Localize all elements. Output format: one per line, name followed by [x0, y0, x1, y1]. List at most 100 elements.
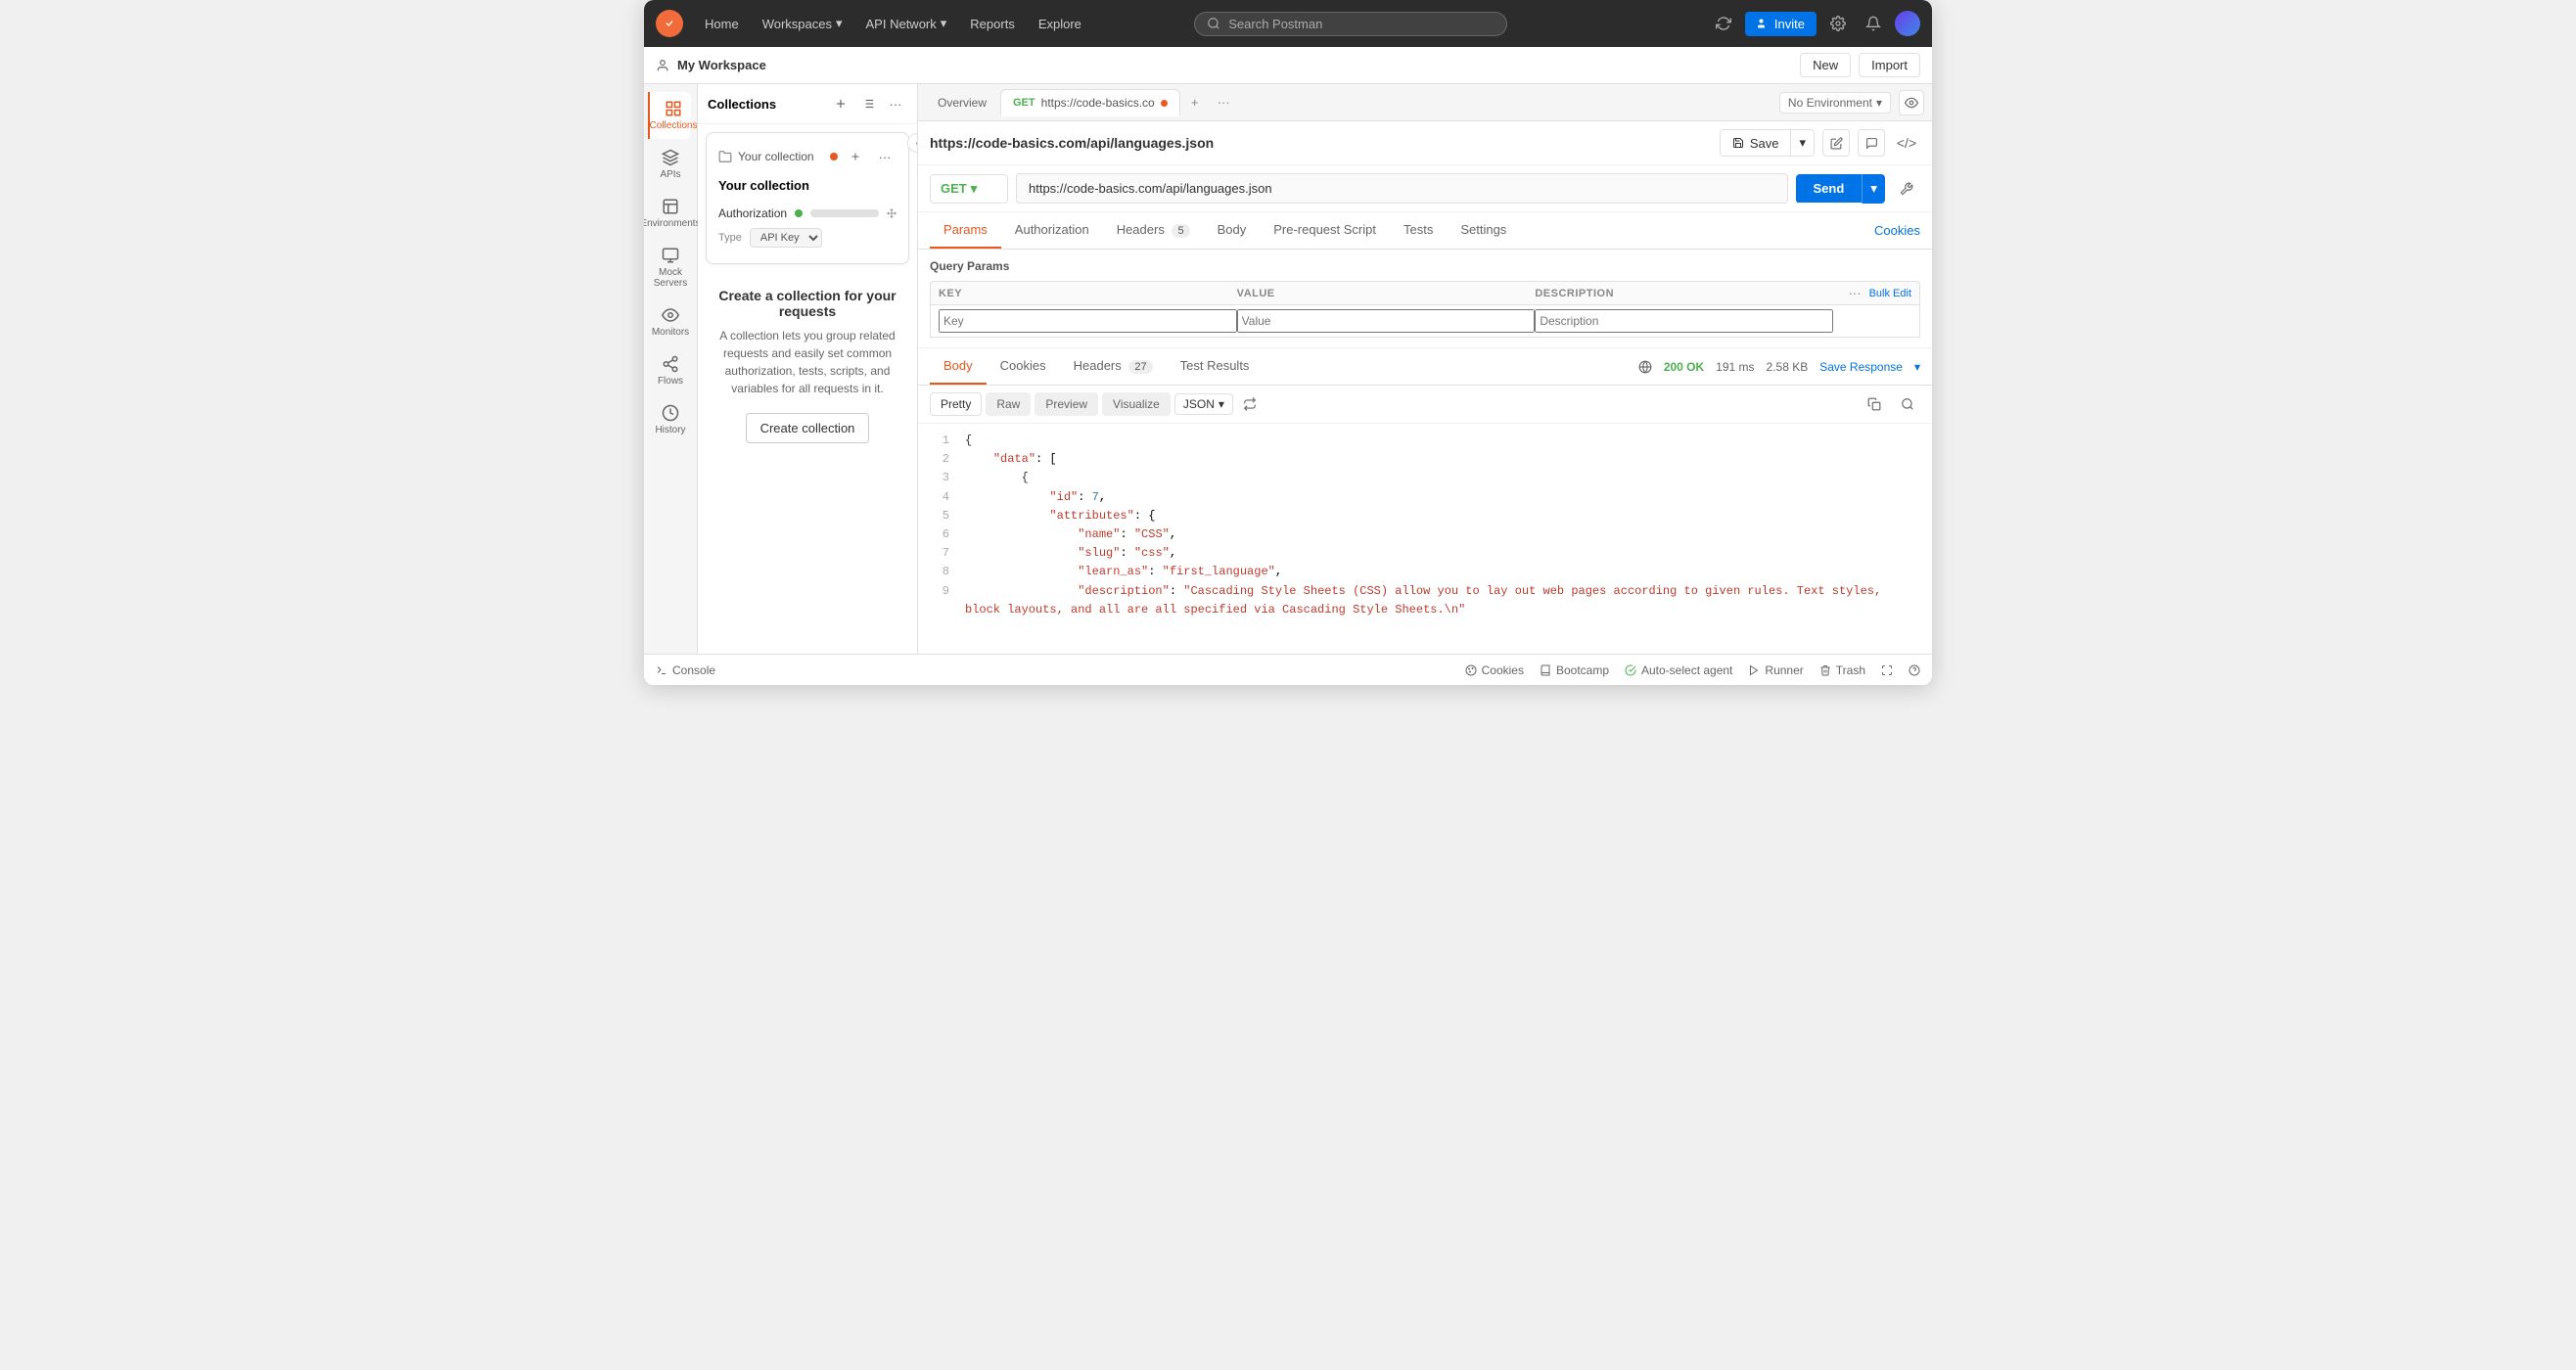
filter-button[interactable]	[856, 92, 880, 115]
code-line-4: 4 "id": 7,	[934, 488, 1916, 507]
sidebar-item-environments[interactable]: Environments	[649, 190, 692, 237]
url-input[interactable]	[1016, 173, 1788, 204]
resp-tab-body[interactable]: Body	[930, 348, 987, 385]
sidebar-item-flows[interactable]: Flows	[649, 347, 692, 394]
copy-icon-btn[interactable]	[1862, 391, 1887, 417]
resp-tab-cookies[interactable]: Cookies	[987, 348, 1060, 385]
notifications-icon-btn[interactable]	[1860, 10, 1887, 37]
expand-icon	[1881, 664, 1893, 676]
raw-button[interactable]: Raw	[986, 392, 1031, 416]
code-icon-btn[interactable]: </>	[1893, 129, 1920, 157]
sidebar-header-actions: ···	[829, 92, 907, 115]
key-input[interactable]	[939, 309, 1237, 333]
edit-icon-btn[interactable]	[1822, 129, 1850, 157]
send-dropdown-button[interactable]: ▾	[1862, 174, 1885, 204]
console-button[interactable]: Console	[656, 663, 715, 677]
import-button[interactable]: Import	[1859, 53, 1920, 77]
sidebar-item-collections[interactable]: Collections	[648, 92, 691, 139]
app-logo[interactable]	[656, 10, 683, 37]
tab-more-button[interactable]: ···	[1210, 91, 1238, 114]
workspace-actions: New Import	[1800, 53, 1920, 77]
sync-icon-btn[interactable]	[1710, 10, 1737, 37]
desc-input[interactable]	[1535, 309, 1833, 333]
col-actions: ··· Bulk Edit	[1833, 286, 1911, 300]
runner-button[interactable]: Runner	[1748, 663, 1803, 677]
tab-overview[interactable]: Overview	[926, 90, 998, 115]
req-tab-body[interactable]: Body	[1204, 212, 1261, 249]
search-placeholder: Search Postman	[1228, 17, 1322, 31]
nav-api-network[interactable]: API Network ▾	[856, 10, 957, 37]
sidebar-item-mock-servers[interactable]: Mock Servers	[649, 239, 692, 297]
save-response-dropdown[interactable]: ▾	[1914, 360, 1920, 374]
params-table-header: KEY VALUE DESCRIPTION ··· Bulk Edit	[930, 281, 1920, 305]
pretty-button[interactable]: Pretty	[930, 392, 982, 416]
plus-icon	[834, 97, 848, 111]
nav-reports[interactable]: Reports	[960, 11, 1025, 37]
type-select[interactable]: API Key	[750, 228, 822, 248]
auto-select-agent-button[interactable]: Auto-select agent	[1625, 663, 1732, 677]
resp-tab-headers[interactable]: Headers 27	[1060, 348, 1167, 385]
filter-icon	[861, 97, 875, 111]
search-bar[interactable]: Search Postman	[1194, 12, 1507, 36]
send-btn-group: Send ▾	[1796, 174, 1886, 204]
expand-button[interactable]	[1881, 664, 1893, 676]
sidebar-item-monitors[interactable]: Monitors	[649, 298, 692, 345]
bootcamp-button[interactable]: Bootcamp	[1540, 663, 1609, 677]
trash-button[interactable]: Trash	[1819, 663, 1865, 677]
nav-home[interactable]: Home	[695, 11, 749, 37]
new-button[interactable]: New	[1800, 53, 1851, 77]
collection-folder-name: Your collection	[738, 150, 824, 163]
req-tab-headers[interactable]: Headers 5	[1103, 212, 1204, 249]
tab-add-button[interactable]: +	[1182, 90, 1208, 115]
method-selector[interactable]: GET ▾	[930, 174, 1008, 204]
req-tab-pre-request[interactable]: Pre-request Script	[1260, 212, 1390, 249]
response-code-block: 1 { 2 "data": [ 3 { 4	[918, 424, 1932, 654]
tab-request[interactable]: GET https://code-basics.co	[1000, 89, 1180, 116]
add-collection-button[interactable]	[829, 92, 852, 115]
save-button[interactable]: Save	[1721, 131, 1791, 156]
req-tab-settings[interactable]: Settings	[1447, 212, 1520, 249]
bulk-edit-link[interactable]: Bulk Edit	[1869, 288, 1911, 299]
cookies-link[interactable]: Cookies	[1874, 223, 1920, 238]
eye-button[interactable]	[1899, 90, 1924, 115]
auth-row: Authorization	[718, 203, 897, 224]
collection-more-button[interactable]: ···	[873, 145, 897, 168]
save-btn-group: Save ▾	[1720, 129, 1815, 157]
more-icon[interactable]: ···	[1849, 286, 1862, 300]
save-dropdown-button[interactable]: ▾	[1790, 130, 1814, 156]
cookies-bottom-button[interactable]: Cookies	[1465, 663, 1524, 677]
save-response-button[interactable]: Save Response	[1819, 360, 1903, 374]
url-bar: https://code-basics.com/api/languages.js…	[918, 121, 1932, 165]
req-tab-params[interactable]: Params	[930, 212, 1001, 249]
sidebar-icons: Collections APIs Environments Mock Serve…	[644, 84, 698, 654]
preview-button[interactable]: Preview	[1035, 392, 1098, 416]
chevron-down-icon: ▾	[1876, 96, 1882, 110]
collection-add-button[interactable]	[844, 145, 867, 168]
wrap-icon-btn[interactable]	[1237, 391, 1263, 417]
nav-explore[interactable]: Explore	[1029, 11, 1091, 37]
create-collection-title: Create a collection for your requests	[717, 288, 897, 319]
req-tab-tests[interactable]: Tests	[1390, 212, 1447, 249]
search-icon-btn[interactable]	[1895, 391, 1920, 417]
value-input[interactable]	[1237, 309, 1536, 333]
sidebar-more-button[interactable]: ···	[884, 92, 907, 115]
help-button[interactable]	[1909, 664, 1920, 676]
invite-button[interactable]: Invite	[1745, 12, 1817, 36]
user-avatar[interactable]	[1895, 11, 1920, 36]
format-selector[interactable]: JSON ▾	[1174, 393, 1233, 415]
sidebar-item-history[interactable]: History	[649, 396, 692, 443]
settings-icon-btn[interactable]	[1824, 10, 1852, 37]
req-tab-authorization[interactable]: Authorization	[1001, 212, 1103, 249]
create-collection-button[interactable]: Create collection	[746, 413, 870, 443]
params-title: Query Params	[930, 259, 1920, 273]
send-button[interactable]: Send	[1796, 174, 1863, 203]
environment-dropdown[interactable]: No Environment ▾	[1779, 92, 1891, 114]
tools-icon-btn[interactable]	[1893, 175, 1920, 203]
nav-workspaces[interactable]: Workspaces ▾	[753, 10, 852, 37]
resp-tab-test-results[interactable]: Test Results	[1167, 348, 1264, 385]
resp-body-actions	[1862, 391, 1920, 417]
comment-icon-btn[interactable]	[1858, 129, 1885, 157]
sidebar-item-apis[interactable]: APIs	[649, 141, 692, 188]
tools-icon	[1900, 182, 1913, 196]
visualize-button[interactable]: Visualize	[1102, 392, 1171, 416]
